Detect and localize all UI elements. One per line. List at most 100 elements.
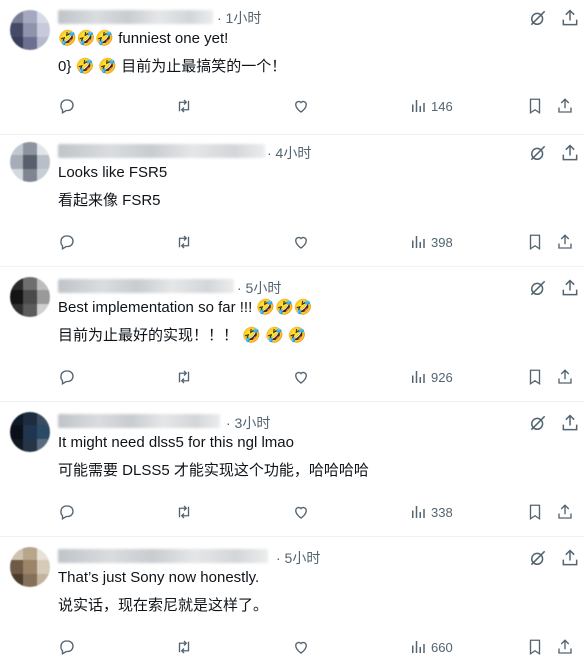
more-icon[interactable]: [560, 143, 580, 163]
share-button[interactable]: [556, 367, 574, 387]
tweet-text-original: Looks like FSR5: [58, 164, 168, 181]
retweet-button[interactable]: [175, 502, 193, 522]
reply-icon: [60, 370, 74, 385]
tweet-text-original: Best implementation so far !!! 🤣🤣🤣: [58, 299, 313, 316]
action-bar: 398: [0, 232, 584, 254]
action-bar: 146: [0, 96, 584, 118]
views-icon: [412, 506, 425, 518]
share-icon: [558, 639, 572, 654]
grok-icon[interactable]: [528, 8, 548, 28]
bookmark-button[interactable]: [526, 367, 544, 387]
views-button[interactable]: 926: [409, 367, 453, 387]
bookmark-icon: [529, 234, 541, 251]
avatar[interactable]: [10, 10, 50, 50]
timestamp[interactable]: · 3小时: [226, 413, 270, 433]
like-button[interactable]: [292, 367, 310, 387]
tweet-text-original: That’s just Sony now honestly.: [58, 569, 260, 586]
user-name[interactable]: [58, 414, 220, 428]
reply-button[interactable]: [58, 96, 76, 116]
action-bar: 338: [0, 502, 584, 524]
tweet-text-translation: 可能需要 DLSS5 才能实现这个功能，哈哈哈哈: [58, 462, 369, 479]
like-icon: [295, 641, 307, 654]
timestamp[interactable]: · 5小时: [276, 548, 320, 568]
tweet[interactable]: · 5小时 Best implementation so far !!! 🤣🤣🤣…: [0, 267, 584, 402]
avatar[interactable]: [10, 277, 50, 317]
user-name[interactable]: [58, 279, 234, 293]
timestamp[interactable]: · 5小时: [237, 278, 281, 298]
bookmark-button[interactable]: [526, 637, 544, 657]
grok-icon[interactable]: [528, 278, 548, 298]
views-button[interactable]: 146: [409, 96, 453, 116]
tweet[interactable]: · 3小时 It might need dlss5 for this ngl l…: [0, 402, 584, 537]
views-button[interactable]: 338: [409, 502, 453, 522]
retweet-icon: [178, 505, 190, 519]
views-count: 338: [431, 504, 453, 520]
more-icon[interactable]: [560, 548, 580, 568]
reply-icon: [60, 640, 74, 655]
tweet-text-translation: 看起来像 FSR5: [58, 192, 161, 209]
grok-icon[interactable]: [528, 143, 548, 163]
grok-icon[interactable]: [528, 548, 548, 568]
avatar[interactable]: [10, 547, 50, 587]
tweet-text-translation: 说实话，现在索尼就是这样了。: [58, 597, 269, 614]
like-icon: [295, 236, 307, 249]
action-bar: 926: [0, 367, 584, 389]
more-icon[interactable]: [560, 8, 580, 28]
views-icon: [412, 236, 425, 248]
more-icon[interactable]: [560, 278, 580, 298]
user-name[interactable]: [58, 10, 213, 24]
bookmark-icon: [529, 639, 541, 656]
share-icon: [558, 369, 572, 384]
reply-icon: [60, 505, 74, 520]
bookmark-icon: [529, 98, 541, 115]
retweet-icon: [178, 640, 190, 654]
share-button[interactable]: [556, 96, 574, 116]
views-button[interactable]: 660: [409, 637, 453, 657]
more-icon[interactable]: [560, 413, 580, 433]
tweet[interactable]: · 5小时 That’s just Sony now honestly. 说实话…: [0, 537, 584, 672]
retweet-icon: [178, 370, 190, 384]
tweet[interactable]: · 1小时 🤣🤣🤣 funniest one yet! 0} 🤣 🤣 目前为止最…: [0, 0, 584, 135]
avatar[interactable]: [10, 412, 50, 452]
reply-button[interactable]: [58, 367, 76, 387]
views-count: 398: [431, 234, 453, 250]
reply-button[interactable]: [58, 637, 76, 657]
like-button[interactable]: [292, 502, 310, 522]
share-button[interactable]: [556, 232, 574, 252]
user-name[interactable]: [58, 549, 268, 563]
reply-button[interactable]: [58, 502, 76, 522]
retweet-button[interactable]: [175, 637, 193, 657]
bookmark-icon: [529, 504, 541, 521]
retweet-button[interactable]: [175, 96, 193, 116]
share-icon: [558, 504, 572, 519]
timestamp[interactable]: · 4小时: [267, 143, 311, 163]
bookmark-button[interactable]: [526, 96, 544, 116]
share-button[interactable]: [556, 637, 574, 657]
tweet[interactable]: · 4小时 Looks like FSR5 看起来像 FSR5 398: [0, 132, 584, 267]
like-button[interactable]: [292, 232, 310, 252]
like-button[interactable]: [292, 637, 310, 657]
like-button[interactable]: [292, 96, 310, 116]
views-button[interactable]: 398: [409, 232, 453, 252]
bookmark-icon: [529, 369, 541, 386]
retweet-button[interactable]: [175, 367, 193, 387]
views-count: 146: [431, 98, 453, 114]
retweet-button[interactable]: [175, 232, 193, 252]
user-name[interactable]: [58, 144, 265, 158]
share-button[interactable]: [556, 502, 574, 522]
tweet-text-translation: 目前为止最好的实现！！！ 🤣 🤣 🤣: [58, 327, 307, 344]
grok-icon[interactable]: [528, 413, 548, 433]
avatar[interactable]: [10, 142, 50, 182]
tweet-text-original: 🤣🤣🤣 funniest one yet!: [58, 30, 229, 47]
views-icon: [412, 100, 425, 112]
bookmark-button[interactable]: [526, 502, 544, 522]
tweet-text-translation: 0} 🤣 🤣 目前为止最搞笑的一个！: [58, 58, 287, 75]
tweet-text-original: It might need dlss5 for this ngl lmao: [58, 434, 294, 451]
timestamp[interactable]: · 1小时: [217, 8, 261, 28]
reply-button[interactable]: [58, 232, 76, 252]
action-bar: 660: [0, 637, 584, 659]
like-icon: [295, 371, 307, 384]
bookmark-button[interactable]: [526, 232, 544, 252]
share-icon: [558, 98, 572, 113]
retweet-icon: [178, 99, 190, 113]
